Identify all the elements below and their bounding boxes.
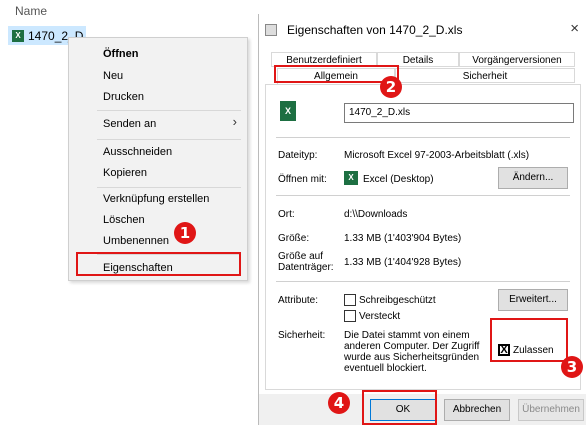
menu-item-drucken[interactable]: Drucken — [103, 91, 144, 103]
context-menu: Öffnen Neu Drucken Senden an › Ausschnei… — [68, 37, 248, 281]
step-badge-3: 3 — [561, 356, 583, 378]
divider — [276, 137, 570, 138]
divider — [276, 281, 570, 282]
menu-item-ausschneiden[interactable]: Ausschneiden — [103, 146, 172, 158]
cancel-button[interactable]: Abbrechen — [444, 399, 510, 421]
highlight-zulassen — [490, 318, 568, 362]
highlight-ok — [362, 390, 437, 425]
divider — [276, 195, 570, 196]
tab-sicherheit[interactable]: Sicherheit — [395, 68, 575, 83]
menu-item-umbenennen[interactable]: Umbenennen — [103, 235, 169, 247]
advanced-button[interactable]: Erweitert... — [498, 289, 568, 311]
excel-file-icon: X — [280, 101, 296, 121]
column-header-name[interactable]: Name — [15, 4, 47, 18]
dialog-title: Eigenschaften von 1470_2_D.xls — [287, 23, 463, 37]
file-name-field[interactable]: 1470_2_D.xls — [344, 103, 574, 123]
tab-vorgaengerversionen[interactable]: Vorgängerversionen — [459, 52, 575, 67]
step-badge-2: 2 — [380, 76, 402, 98]
menu-separator — [97, 139, 241, 140]
file-properties-icon — [265, 24, 277, 36]
step-badge-4: 4 — [328, 392, 350, 414]
readonly-label: Schreibgeschützt — [359, 295, 436, 306]
readonly-checkbox[interactable] — [344, 294, 356, 306]
close-icon[interactable]: × — [570, 20, 579, 37]
step-badge-1: 1 — [174, 222, 196, 244]
value-groesse-auf: 1.33 MB (1'404'928 Bytes) — [344, 257, 462, 268]
value-oeffnen-mit: Excel (Desktop) — [363, 174, 434, 185]
menu-item-kopieren[interactable]: Kopieren — [103, 167, 147, 179]
apply-button[interactable]: Übernehmen — [518, 399, 584, 421]
excel-app-icon: X — [344, 171, 358, 185]
menu-separator — [97, 187, 241, 188]
security-text: Die Datei stammt von einem anderen Compu… — [344, 330, 480, 374]
chevron-right-icon: › — [232, 114, 237, 129]
dialog-titlebar: Eigenschaften von 1470_2_D.xls × — [259, 14, 586, 44]
hidden-label: Versteckt — [359, 311, 401, 322]
excel-file-icon: X — [12, 29, 24, 42]
value-dateityp: Microsoft Excel 97-2003-Arbeitsblatt (.x… — [344, 150, 530, 161]
label-groesse-auf: Größe auf Datenträger: — [278, 251, 334, 273]
value-ort: d:\\Downloads — [344, 209, 408, 220]
menu-item-verknuepfung[interactable]: Verknüpfung erstellen — [103, 193, 209, 205]
label-sicherheit: Sicherheit: — [278, 330, 326, 341]
label-ort: Ort: — [278, 209, 295, 220]
hidden-checkbox[interactable] — [344, 310, 356, 322]
label-oeffnen-mit: Öffnen mit: — [278, 174, 327, 185]
menu-item-oeffnen[interactable]: Öffnen — [103, 48, 138, 60]
menu-item-loeschen[interactable]: Löschen — [103, 214, 145, 226]
label-groesse: Größe: — [278, 233, 310, 244]
highlight-eigenschaften — [76, 252, 241, 276]
menu-item-senden-an[interactable]: Senden an — [103, 118, 156, 130]
change-button[interactable]: Ändern... — [498, 167, 568, 189]
value-groesse: 1.33 MB (1'403'904 Bytes) — [344, 233, 462, 244]
highlight-tab-allgemein — [274, 65, 399, 83]
label-attribute: Attribute: — [278, 295, 319, 306]
label-dateityp: Dateityp: — [278, 150, 318, 161]
menu-item-neu[interactable]: Neu — [103, 70, 123, 82]
menu-separator — [97, 110, 241, 111]
